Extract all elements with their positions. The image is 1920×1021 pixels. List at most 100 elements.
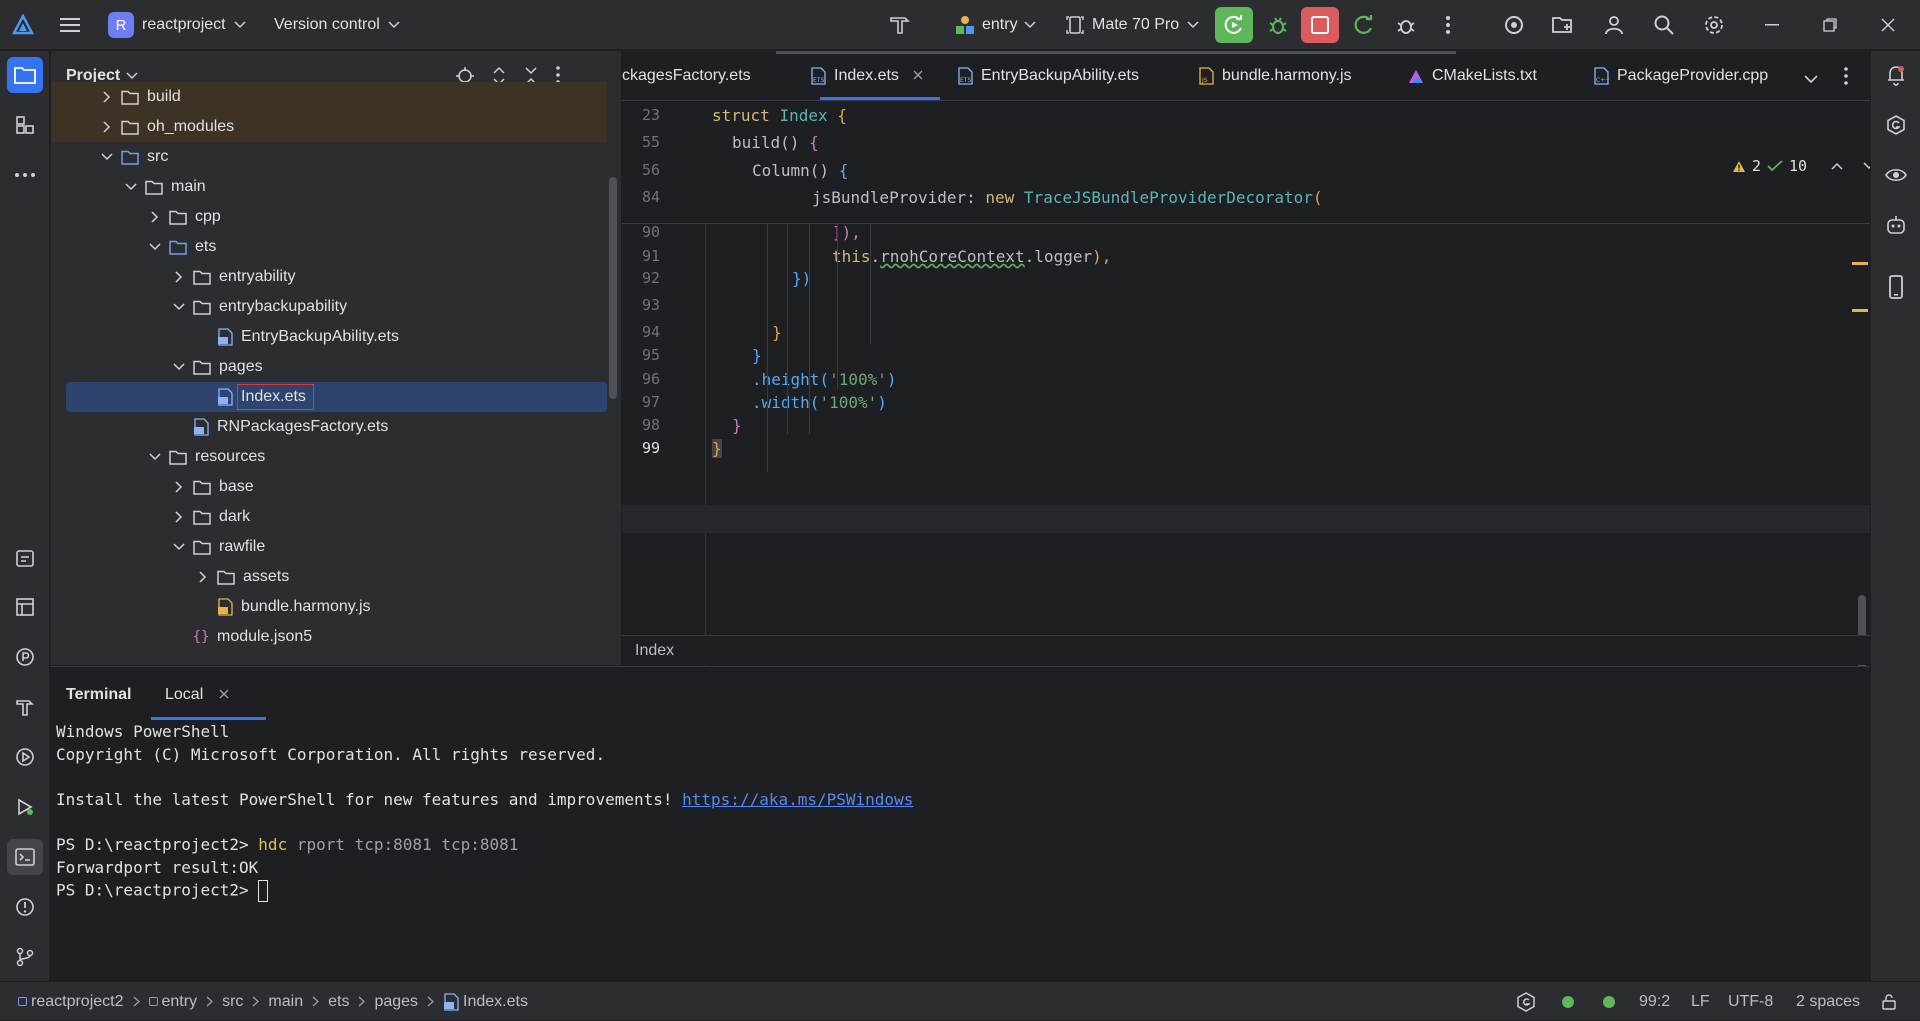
tab-options-icon[interactable] bbox=[1844, 67, 1848, 90]
status-breadcrumb-item[interactable]: main bbox=[268, 993, 303, 1011]
main-menu-icon[interactable] bbox=[60, 0, 86, 50]
todo-icon[interactable] bbox=[7, 540, 43, 576]
chevron-down-icon[interactable] bbox=[171, 359, 187, 375]
tab-bundle-harmony-js[interactable]: JS bundle.harmony.js bbox=[1198, 51, 1352, 101]
tree-file-row[interactable]: Index.ets bbox=[66, 382, 607, 412]
tree-file-row[interactable]: RNPackagesFactory.ets bbox=[51, 412, 607, 442]
tree-file-row[interactable]: bundle.harmony.js bbox=[51, 592, 607, 622]
tree-folder-row[interactable]: build bbox=[51, 82, 607, 112]
tree-folder-row[interactable]: assets bbox=[51, 562, 607, 592]
tab-entrybackupability[interactable]: ETS EntryBackupAbility.ets bbox=[957, 51, 1139, 101]
warning-stripe-marker[interactable] bbox=[1852, 309, 1868, 312]
tab-packageprovider-cpp[interactable]: C++ PackageProvider.cpp bbox=[1593, 51, 1768, 101]
chevron-down-icon[interactable] bbox=[147, 449, 163, 465]
tab-cmakelists[interactable]: CMakeLists.txt bbox=[1408, 51, 1537, 101]
chevron-down-icon[interactable] bbox=[171, 539, 187, 555]
structure-icon[interactable] bbox=[7, 107, 43, 143]
tree-folder-row[interactable]: base bbox=[51, 472, 607, 502]
account-icon[interactable] bbox=[1600, 0, 1628, 50]
settings-gear-icon[interactable] bbox=[1700, 0, 1728, 50]
close-tab-icon[interactable] bbox=[913, 67, 923, 85]
status-indicator-dot[interactable] bbox=[1562, 982, 1574, 1021]
chevron-down-icon[interactable] bbox=[171, 299, 187, 315]
tree-folder-row[interactable]: rawfile bbox=[51, 532, 607, 562]
tab-index-ets[interactable]: ETS Index.ets bbox=[810, 51, 960, 101]
problems-icon[interactable] bbox=[7, 889, 43, 925]
tree-folder-row[interactable]: src bbox=[51, 142, 607, 172]
project-switcher[interactable]: R reactproject bbox=[108, 0, 246, 50]
more-actions-icon[interactable] bbox=[1436, 0, 1460, 50]
previous-highlight-icon[interactable] bbox=[1831, 162, 1843, 170]
indent-setting[interactable]: 2 spaces bbox=[1796, 982, 1860, 1021]
tree-folder-row[interactable]: entryability bbox=[51, 262, 607, 292]
open-folder-icon[interactable] bbox=[1549, 0, 1577, 50]
stop-button[interactable] bbox=[1301, 7, 1339, 43]
profiler-icon[interactable] bbox=[7, 639, 43, 675]
attach-debugger-button[interactable] bbox=[1392, 0, 1420, 50]
status-breadcrumb[interactable]: reactproject2 entry src main ets pages Index.e… bbox=[18, 982, 528, 1021]
debug-button[interactable] bbox=[1264, 0, 1292, 50]
terminal-tool-icon[interactable] bbox=[7, 839, 43, 875]
ai-assistant-icon[interactable] bbox=[1878, 207, 1914, 243]
status-indicator-dot[interactable] bbox=[1603, 982, 1615, 1021]
tree-folder-row[interactable]: main bbox=[51, 172, 607, 202]
run-tool-icon[interactable] bbox=[7, 789, 43, 825]
tree-folder-row[interactable]: pages bbox=[51, 352, 607, 382]
inspection-widget[interactable]: 2 10 bbox=[1732, 157, 1870, 175]
status-breadcrumb-item[interactable]: entry bbox=[162, 993, 198, 1011]
device-selector[interactable]: Mate 70 Pro bbox=[1066, 0, 1199, 50]
chevron-right-icon[interactable] bbox=[147, 209, 163, 225]
tab-rnpackagesfactory[interactable]: ckagesFactory.ets bbox=[622, 51, 751, 101]
codegenie-icon[interactable] bbox=[1878, 107, 1914, 143]
chevron-right-icon[interactable] bbox=[171, 509, 187, 525]
tree-folder-row[interactable]: entrybackupability bbox=[51, 292, 607, 322]
close-window-icon[interactable] bbox=[1876, 0, 1900, 50]
chevron-right-icon[interactable] bbox=[171, 269, 187, 285]
status-breadcrumb-item[interactable]: Index.ets bbox=[463, 993, 528, 1011]
version-control-icon[interactable] bbox=[7, 939, 43, 975]
layout-inspector-icon[interactable] bbox=[7, 589, 43, 625]
tree-file-row[interactable]: {} module.json5 bbox=[51, 622, 607, 652]
chevron-right-icon[interactable] bbox=[99, 119, 115, 135]
terminal-output[interactable]: Windows PowerShell Copyright (C) Microsof… bbox=[51, 722, 1870, 977]
status-breadcrumb-item[interactable]: pages bbox=[374, 993, 418, 1011]
tab-list-chevron-icon[interactable] bbox=[1804, 71, 1818, 89]
tree-folder-row[interactable]: cpp bbox=[51, 202, 607, 232]
device-preview-icon[interactable] bbox=[1878, 269, 1914, 305]
code-area[interactable]: 23 struct Index {55 build() {56 Column() {8… bbox=[622, 102, 1870, 687]
services-icon[interactable] bbox=[7, 739, 43, 775]
chevron-right-icon[interactable] bbox=[171, 479, 187, 495]
line-separator[interactable]: LF bbox=[1691, 982, 1710, 1021]
codegenie-status-icon[interactable] bbox=[1516, 982, 1536, 1021]
more-tool-windows-icon[interactable] bbox=[7, 157, 43, 193]
close-tab-icon[interactable] bbox=[219, 686, 229, 704]
tree-folder-row[interactable]: ets bbox=[51, 232, 607, 262]
restore-window-icon[interactable] bbox=[1818, 0, 1842, 50]
caret-position[interactable]: 99:2 bbox=[1639, 982, 1670, 1021]
apply-changes-button[interactable] bbox=[1350, 0, 1378, 50]
warning-stripe-marker[interactable] bbox=[1852, 262, 1868, 265]
file-encoding[interactable]: UTF-8 bbox=[1728, 982, 1773, 1021]
device-manager-icon[interactable] bbox=[1500, 0, 1528, 50]
search-icon[interactable] bbox=[1650, 0, 1678, 50]
build-hammer-icon[interactable] bbox=[888, 0, 916, 50]
tree-folder-row[interactable]: resources bbox=[51, 442, 607, 472]
status-breadcrumb-item[interactable]: ets bbox=[328, 993, 349, 1011]
status-breadcrumb-item[interactable]: reactproject2 bbox=[31, 993, 124, 1011]
tree-scrollbar[interactable] bbox=[609, 177, 617, 399]
chevron-down-icon[interactable] bbox=[147, 239, 163, 255]
tree-file-row[interactable]: EntryBackupAbility.ets bbox=[51, 322, 607, 352]
build-tool-hammer-icon[interactable] bbox=[7, 689, 43, 725]
chevron-down-icon[interactable] bbox=[99, 149, 115, 165]
status-breadcrumb-item[interactable]: src bbox=[222, 993, 243, 1011]
breadcrumb-item[interactable]: Index bbox=[635, 642, 674, 660]
tree-folder-row[interactable]: oh_modules bbox=[51, 112, 607, 142]
tree-folder-row[interactable]: dark bbox=[51, 502, 607, 532]
previewer-eye-icon[interactable] bbox=[1878, 157, 1914, 193]
terminal-tab-local[interactable]: Local bbox=[151, 667, 266, 722]
terminal-link[interactable]: https://aka.ms/PSWindows bbox=[682, 790, 913, 809]
readonly-lock-icon[interactable] bbox=[1882, 982, 1896, 1021]
next-highlight-icon[interactable] bbox=[1863, 162, 1870, 170]
chevron-down-icon[interactable] bbox=[123, 179, 139, 195]
minimize-window-icon[interactable] bbox=[1760, 0, 1784, 50]
